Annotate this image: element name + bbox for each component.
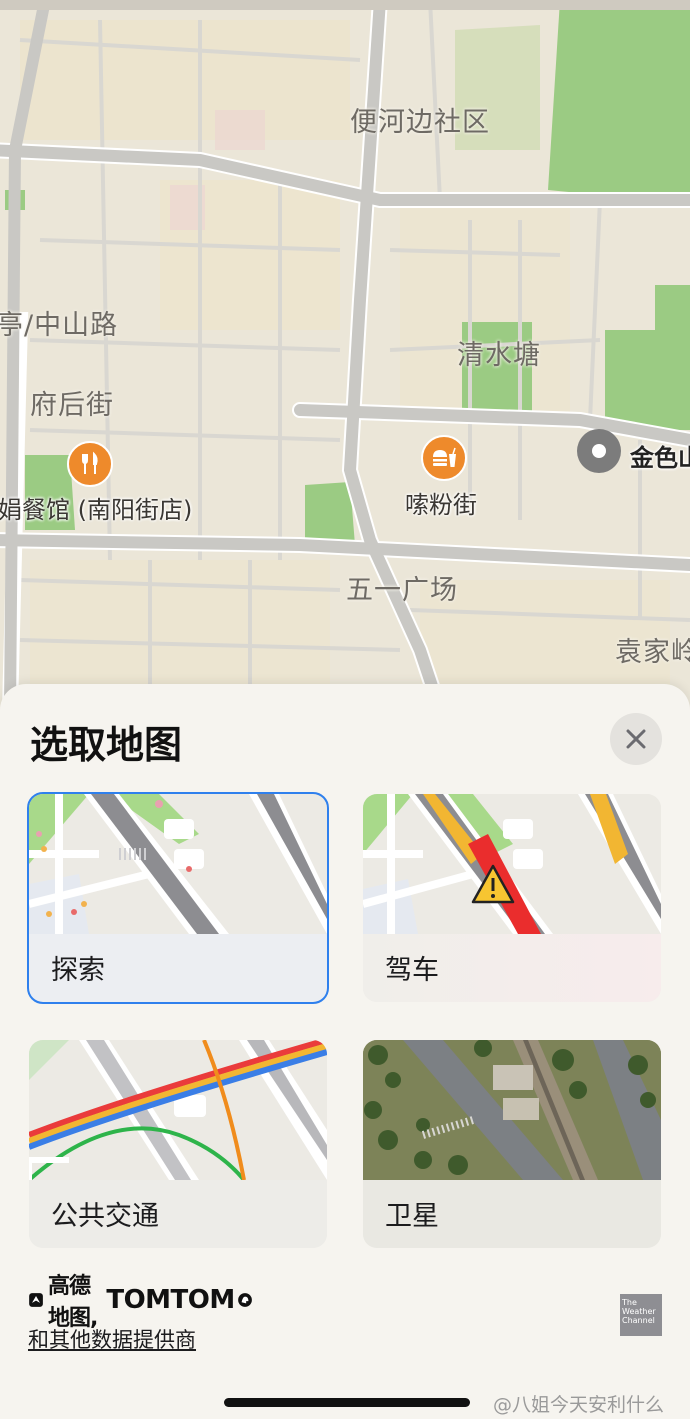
- satellite-thumbnail: [363, 1040, 661, 1180]
- amap-logo-text: 高德地图,: [48, 1274, 98, 1331]
- metro-station-icon[interactable]: [577, 429, 621, 473]
- map-label-zhongshan-road: 亭/中山路: [0, 310, 119, 341]
- driving-thumbnail: [363, 794, 661, 934]
- driving-label: 驾车: [385, 955, 439, 986]
- map-option-transit[interactable]: 公共交通: [29, 1040, 327, 1248]
- map-view[interactable]: 便河边社区 亭/中山路 府后街 清水塘 五一广场 袁家岭 娟餐馆 (南阳街店) …: [0, 0, 690, 710]
- map-base: [0, 0, 690, 710]
- tomtom-hand-icon: [237, 1293, 252, 1307]
- restaurant-poi-label[interactable]: 娟餐馆 (南阳街店): [0, 490, 192, 525]
- amap-tomtom-logo: 高德地图, TOMTOM: [28, 1274, 253, 1331]
- burger-drink-icon: [433, 447, 456, 467]
- home-indicator[interactable]: [224, 1398, 470, 1407]
- map-label-fuhoujie: 府后街: [30, 390, 114, 421]
- map-label-yuanjia: 袁家岭: [615, 637, 690, 668]
- sheet-title: 选取地图: [30, 723, 183, 767]
- food-street-poi-icon[interactable]: [421, 435, 467, 481]
- close-icon: [626, 729, 646, 749]
- satellite-label: 卫星: [385, 1201, 439, 1232]
- map-label-wuyi-square: 五一广场: [346, 575, 458, 606]
- map-picker-sheet: 选取地图 探索 驾车 公共交通 卫星 高德地图, TOMTOM 和其他数据提供商…: [0, 684, 690, 1419]
- restaurant-poi-icon[interactable]: [67, 441, 113, 487]
- explore-thumbnail: [29, 794, 327, 934]
- map-label-district: 便河边社区: [350, 107, 490, 138]
- map-label-qingshuitang: 清水塘: [457, 340, 541, 371]
- map-option-driving[interactable]: 驾车: [363, 794, 661, 1002]
- metro-station-label[interactable]: 金色山: [630, 438, 690, 473]
- explore-label: 探索: [51, 955, 105, 986]
- fork-knife-icon: [82, 451, 98, 474]
- data-providers-link[interactable]: 和其他数据提供商: [28, 1324, 196, 1354]
- weather-channel-text: The Weather Channel: [622, 1298, 656, 1325]
- amap-icon: [29, 1293, 43, 1307]
- transit-thumbnail: [29, 1040, 327, 1180]
- transit-label: 公共交通: [51, 1201, 159, 1232]
- weather-channel-logo: The Weather Channel: [620, 1294, 662, 1336]
- tomtom-logo-text: TOMTOM: [106, 1285, 235, 1315]
- watermark-text: @八姐今天安利什么: [493, 1394, 665, 1416]
- close-button[interactable]: [610, 713, 662, 765]
- food-street-poi-label[interactable]: 嗦粉街: [405, 485, 477, 520]
- map-option-explore[interactable]: 探索: [27, 792, 329, 1004]
- map-option-satellite[interactable]: 卫星: [363, 1040, 661, 1248]
